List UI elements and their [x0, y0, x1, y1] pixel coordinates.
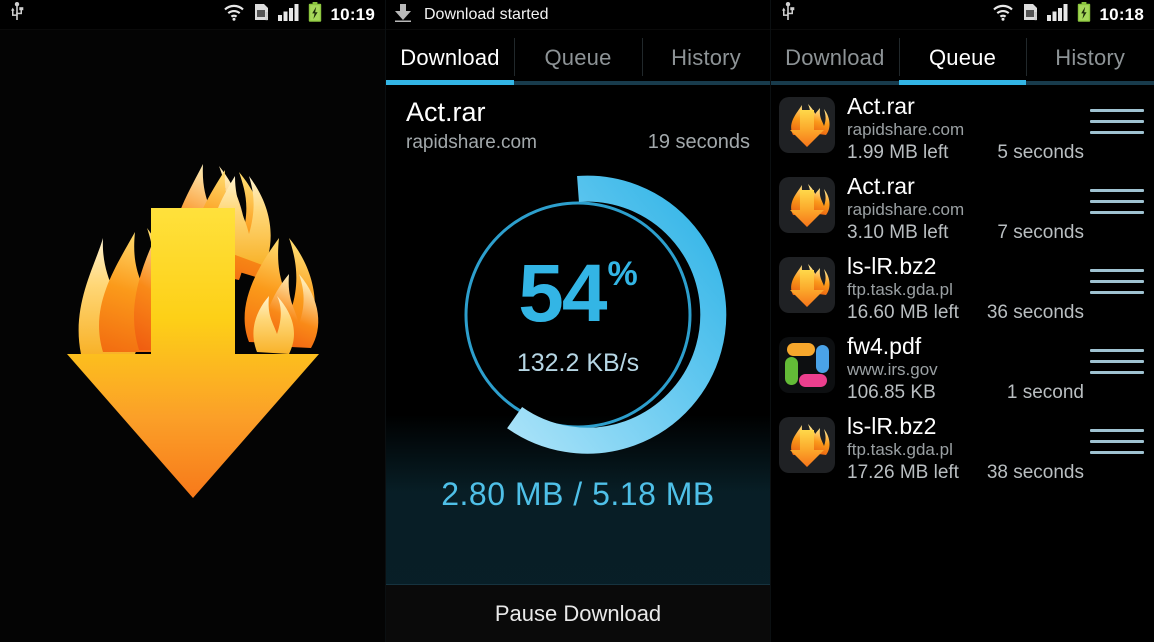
flame-download-icon	[779, 97, 835, 153]
queue-item-filename: ls-lR.bz2	[847, 253, 937, 279]
flame-download-arrow-logo	[43, 146, 343, 506]
download-header: Act.rar rapidshare.com 19 seconds	[386, 85, 770, 154]
tab-history[interactable]: History	[642, 30, 770, 85]
queue-item-host: www.irs.gov	[847, 360, 938, 379]
flame-download-icon	[779, 177, 835, 233]
queue-item-size: 1.99 MB left	[847, 142, 949, 163]
progress-ring-area: 54 % 132.2 KB/s	[386, 160, 770, 470]
pinwheel-file-icon	[779, 337, 835, 393]
pause-download-button[interactable]: Pause Download	[386, 584, 770, 642]
queue-item-host: ftp.task.gda.pl	[847, 440, 953, 459]
tab-history[interactable]: History	[1026, 30, 1154, 85]
queue-item[interactable]: ls-lR.bz2 ftp.task.gda.pl 17.26 MB left 38 …	[771, 409, 1154, 489]
drag-handle-icon[interactable]	[1090, 349, 1144, 374]
tab-queue-label: Queue	[928, 44, 997, 70]
download-totals-text: 2.80 MB / 5.18 MB	[441, 476, 715, 512]
download-speed: 132.2 KB/s	[516, 348, 640, 377]
drag-handle-icon[interactable]	[1090, 109, 1144, 134]
notification-bar: Download started	[386, 0, 770, 30]
download-detail: Act.rar rapidshare.com 19 seconds 54 % 1…	[386, 85, 770, 642]
tab-download[interactable]: Download	[771, 30, 899, 85]
splash-logo-area	[0, 0, 385, 642]
status-bar-clock: 10:18	[1099, 4, 1144, 24]
queue-item-host: ftp.task.gda.pl	[847, 280, 953, 299]
tab-inactive-indicator	[771, 81, 899, 85]
drag-handle-icon[interactable]	[1090, 189, 1144, 214]
queue-item[interactable]: ls-lR.bz2 ftp.task.gda.pl 16.60 MB left 36 …	[771, 249, 1154, 329]
queue-item-eta: 5 seconds	[997, 142, 1084, 163]
queue-item-details: fw4.pdf www.irs.gov 106.85 KB 1 second	[847, 333, 1090, 405]
tab-inactive-indicator	[1026, 81, 1154, 85]
three-panel-screenshot: 10:19 Download started Download Queue Hi…	[0, 0, 1154, 642]
queue-item-filename: Act.rar	[847, 93, 915, 119]
download-host: rapidshare.com	[406, 132, 537, 153]
progress-ring-center: 54 % 132.2 KB/s	[386, 160, 770, 470]
notification-text: Download started	[424, 5, 549, 23]
usb-icon	[781, 2, 795, 27]
queue-item-details: Act.rar rapidshare.com 3.10 MB left 7 secon…	[847, 173, 1090, 245]
tab-queue[interactable]: Queue	[898, 30, 1027, 85]
queue-item-eta: 1 second	[1006, 382, 1084, 403]
tab-download-label: Download	[400, 44, 500, 70]
drag-handle-icon[interactable]	[1090, 429, 1144, 454]
tab-download[interactable]: Download	[386, 30, 514, 85]
signal-bars-icon	[1046, 3, 1068, 26]
queue-item-eta: 7 seconds	[997, 222, 1084, 243]
queue-item[interactable]: Act.rar rapidshare.com 1.99 MB left 5 secon…	[771, 89, 1154, 169]
download-arrow-icon	[394, 2, 412, 27]
progress-percent-symbol: %	[607, 254, 638, 293]
queue-item[interactable]: fw4.pdf www.irs.gov 106.85 KB 1 second	[771, 329, 1154, 409]
splash-panel: 10:19	[0, 0, 385, 642]
queue-item-size: 17.26 MB left	[847, 462, 959, 483]
queue-panel: 10:18 Download Queue History Act.rar rap…	[770, 0, 1154, 642]
download-eta: 19 seconds	[647, 131, 750, 153]
flame-download-icon	[779, 417, 835, 473]
tab-bar-middle: Download Queue History	[386, 30, 770, 85]
download-filename: Act.rar	[406, 97, 486, 127]
queue-item-details: ls-lR.bz2 ftp.task.gda.pl 17.26 MB left 38 …	[847, 413, 1090, 485]
drag-handle-icon[interactable]	[1090, 269, 1144, 294]
queue-item-filename: ls-lR.bz2	[847, 413, 937, 439]
queue-item[interactable]: Act.rar rapidshare.com 3.10 MB left 7 secon…	[771, 169, 1154, 249]
tab-history-label: History	[671, 44, 741, 70]
tab-bar-right: Download Queue History	[771, 30, 1154, 85]
pause-download-label: Pause Download	[494, 600, 662, 626]
tab-history-label: History	[1055, 44, 1126, 70]
tab-active-indicator	[898, 80, 1027, 85]
status-bar-right: 10:18	[771, 0, 1154, 30]
tab-download-label: Download	[785, 44, 885, 70]
queue-item-filename: Act.rar	[847, 173, 915, 199]
wifi-icon	[992, 4, 1014, 26]
queue-item-size: 3.10 MB left	[847, 222, 949, 243]
queue-item-details: ls-lR.bz2 ftp.task.gda.pl 16.60 MB left 36 …	[847, 253, 1090, 325]
flame-download-icon	[779, 257, 835, 313]
queue-item-eta: 38 seconds	[986, 462, 1084, 483]
progress-percent-value: 54	[518, 247, 607, 339]
tab-queue-label: Queue	[544, 44, 612, 70]
battery-charging-icon	[1077, 2, 1091, 27]
queue-list: Act.rar rapidshare.com 1.99 MB left 5 secon…	[771, 85, 1154, 489]
tab-queue[interactable]: Queue	[514, 30, 642, 85]
queue-item-eta: 36 seconds	[986, 302, 1084, 323]
download-totals: 2.80 MB / 5.18 MB	[386, 476, 770, 513]
queue-item-details: Act.rar rapidshare.com 1.99 MB left 5 secon…	[847, 93, 1090, 165]
queue-item-filename: fw4.pdf	[847, 333, 922, 359]
queue-item-host: rapidshare.com	[847, 120, 965, 139]
queue-item-size: 16.60 MB left	[847, 302, 959, 323]
queue-item-size: 106.85 KB	[847, 382, 936, 403]
queue-item-host: rapidshare.com	[847, 200, 965, 219]
download-panel: Download started Download Queue History …	[385, 0, 770, 642]
sim-card-icon	[1023, 3, 1038, 26]
